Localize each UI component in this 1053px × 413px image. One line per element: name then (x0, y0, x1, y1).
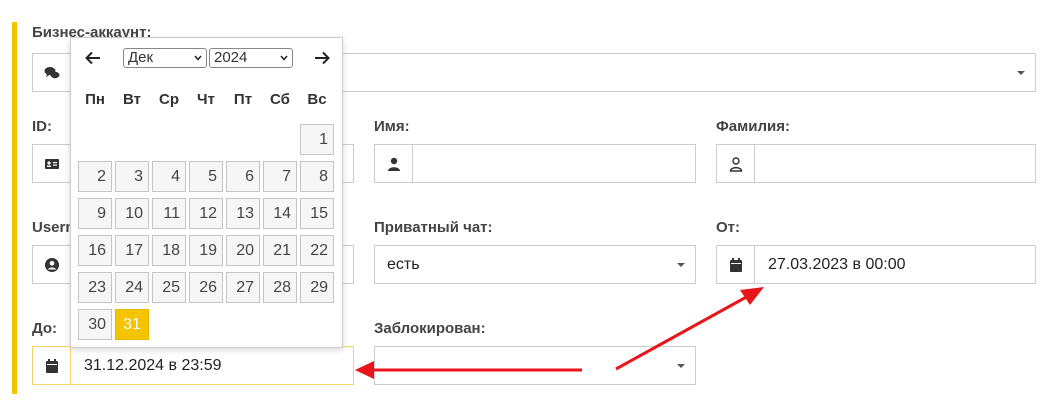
prev-month-arrow-icon[interactable] (82, 48, 104, 68)
day-cell[interactable]: 20 (226, 235, 260, 266)
user-circle-icon (33, 246, 71, 283)
to-date-value: 31.12.2024 в 23:59 (84, 357, 222, 374)
day-cell[interactable]: 15 (300, 198, 334, 229)
day-cell[interactable]: 10 (115, 198, 149, 229)
id-card-icon (33, 145, 71, 182)
year-select-value: 2024 (214, 49, 248, 66)
from-date-field[interactable]: 27.03.2023 в 00:00 (716, 245, 1036, 284)
day-cell[interactable]: 4 (152, 161, 186, 192)
chevron-down-icon (1017, 71, 1025, 75)
weekday-header: Ср (159, 91, 179, 108)
weekday-header: Пт (233, 91, 253, 108)
day-cell-selected[interactable]: 31 (115, 309, 149, 340)
month-select[interactable]: Дек (123, 48, 207, 68)
day-cell[interactable]: 12 (189, 198, 223, 229)
weekday-header: Пн (85, 91, 105, 108)
day-cell[interactable]: 24 (115, 272, 149, 303)
id-label: ID: (32, 118, 52, 135)
day-cell[interactable]: 19 (189, 235, 223, 266)
chat-icon (33, 54, 71, 91)
day-cell[interactable]: 30 (78, 309, 112, 340)
chevron-down-icon (194, 55, 202, 61)
calendar-icon (717, 246, 755, 283)
day-cell[interactable]: 6 (226, 161, 260, 192)
day-cell[interactable]: 14 (263, 198, 297, 229)
accent-bar (12, 22, 17, 394)
private-chat-value: есть (387, 256, 420, 273)
weekday-header: Вт (123, 91, 141, 108)
day-cell[interactable]: 13 (226, 198, 260, 229)
to-label: До: (32, 320, 58, 337)
day-cell[interactable]: 27 (226, 272, 260, 303)
day-cell[interactable]: 17 (115, 235, 149, 266)
weekday-header: Чт (197, 91, 215, 108)
day-cell[interactable]: 3 (115, 161, 149, 192)
user-outline-icon (717, 145, 755, 182)
day-cell[interactable]: 26 (189, 272, 223, 303)
day-cell[interactable]: 7 (263, 161, 297, 192)
first-name-label: Имя: (374, 118, 410, 135)
day-cell[interactable]: 23 (78, 272, 112, 303)
year-select[interactable]: 2024 (209, 48, 293, 68)
day-cell[interactable]: 22 (300, 235, 334, 266)
day-cell[interactable]: 25 (152, 272, 186, 303)
from-label: От: (716, 219, 741, 236)
day-cell[interactable]: 5 (189, 161, 223, 192)
from-date-value: 27.03.2023 в 00:00 (768, 256, 906, 273)
day-cell[interactable]: 16 (78, 235, 112, 266)
chevron-down-icon (677, 263, 685, 267)
day-cell[interactable]: 29 (300, 272, 334, 303)
weekday-header: Сб (270, 91, 290, 108)
day-cell[interactable]: 21 (263, 235, 297, 266)
to-date-field[interactable]: 31.12.2024 в 23:59 (32, 346, 354, 385)
private-chat-label: Приватный чат: (374, 219, 493, 236)
day-cell[interactable]: 28 (263, 272, 297, 303)
chevron-down-icon (280, 55, 288, 61)
datepicker-popup: Дек 2024 Пн Вт Ср Чт Пт Сб Вс 1 2 3 4 5 6 7 8 9 10 11 12 1… (70, 37, 343, 348)
user-icon (375, 145, 413, 182)
last-name-field[interactable] (716, 144, 1036, 183)
day-cell[interactable]: 8 (300, 161, 334, 192)
blocked-label: Заблокирован: (374, 320, 486, 337)
private-chat-select[interactable]: есть (374, 245, 696, 284)
day-cell[interactable]: 11 (152, 198, 186, 229)
day-cell[interactable]: 1 (300, 124, 334, 155)
calendar-icon (33, 347, 71, 384)
first-name-field[interactable] (374, 144, 696, 183)
day-cell[interactable]: 9 (78, 198, 112, 229)
day-cell[interactable]: 2 (78, 161, 112, 192)
weekday-header: Вс (307, 91, 327, 108)
last-name-label: Фамилия: (716, 118, 790, 135)
chevron-down-icon (677, 364, 685, 368)
month-select-value: Дек (128, 49, 154, 66)
next-month-arrow-icon[interactable] (311, 48, 333, 68)
day-cell[interactable]: 18 (152, 235, 186, 266)
username-label: Usern (32, 219, 75, 236)
blocked-select[interactable] (374, 346, 696, 385)
